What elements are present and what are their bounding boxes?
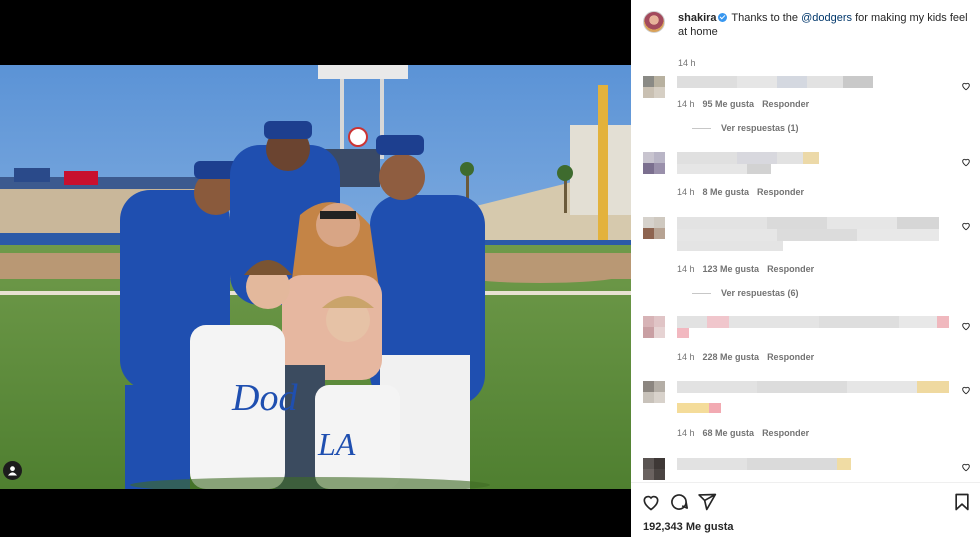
reply-button[interactable]: Responder (762, 99, 809, 109)
verified-badge-icon (717, 13, 727, 22)
comment-time[interactable]: 14 h (677, 264, 695, 274)
replies-line (692, 127, 711, 129)
svg-text:Dod: Dod (231, 377, 298, 419)
action-bar: 192,343 Me gusta (631, 482, 980, 537)
heart-icon[interactable] (961, 81, 971, 91)
reply-button[interactable]: Responder (767, 352, 814, 362)
bookmark-icon[interactable] (952, 492, 972, 512)
heart-icon[interactable] (961, 157, 971, 167)
comment-likes[interactable]: 8 Me gusta (703, 187, 750, 197)
heart-icon[interactable] (961, 221, 971, 231)
author-username[interactable]: shakira (678, 12, 717, 24)
comment-text-blurred (677, 152, 819, 164)
caption-text: shakira Thanks to the @dodgers for makin… (678, 11, 968, 39)
comment-text-blurred (677, 328, 689, 338)
caption-time[interactable]: 14 h (678, 58, 696, 68)
comment-likes[interactable]: 68 Me gusta (703, 428, 755, 438)
post-photo[interactable]: Dod LA (0, 65, 631, 489)
likes-count[interactable]: 192,343 Me gusta (643, 521, 734, 533)
view-replies-button[interactable]: Ver respuestas (1) (692, 123, 799, 133)
comment-meta: 14 h 123 Me gusta Responder (677, 264, 814, 274)
comment-time[interactable]: 14 h (677, 428, 695, 438)
commenter-avatar[interactable] (643, 217, 665, 239)
reply-button[interactable]: Responder (767, 264, 814, 274)
view-replies-label: Ver respuestas (1) (721, 123, 799, 133)
comment-meta: 14 h 228 Me gusta Responder (677, 352, 814, 362)
reply-button[interactable]: Responder (757, 187, 804, 197)
comment-text-blurred (677, 229, 939, 241)
commenter-avatar[interactable] (643, 316, 665, 338)
comment-text-blurred (677, 217, 939, 229)
caption-mention[interactable]: @dodgers (801, 12, 852, 24)
comment-likes[interactable]: 228 Me gusta (703, 352, 760, 362)
user-tag-icon[interactable] (3, 461, 22, 480)
comment-text-blurred (677, 458, 851, 470)
commenter-avatar[interactable] (643, 76, 665, 98)
commenter-avatar[interactable] (643, 381, 665, 403)
comment-text-blurred (677, 316, 949, 328)
view-replies-label: Ver respuestas (6) (721, 288, 799, 298)
user-silhouette-icon (7, 466, 18, 476)
comment-meta: 14 h 68 Me gusta Responder (677, 428, 809, 438)
share-icon[interactable] (697, 492, 717, 512)
post-media: Dod LA (0, 0, 631, 537)
heart-icon[interactable] (961, 321, 971, 331)
comment-meta: 14 h 8 Me gusta Responder (677, 187, 804, 197)
heart-icon[interactable] (961, 385, 971, 395)
comment-text-blurred (677, 403, 721, 413)
comment-text-blurred (677, 241, 783, 251)
svg-text:LA: LA (317, 426, 356, 462)
view-replies-button[interactable]: Ver respuestas (6) (692, 288, 799, 298)
comment-text-blurred (677, 164, 781, 174)
commenter-avatar[interactable] (643, 152, 665, 174)
comment-time[interactable]: 14 h (677, 99, 695, 109)
comment-meta: 14 h 95 Me gusta Responder (677, 99, 809, 109)
heart-icon[interactable] (641, 492, 661, 512)
photo-illustration: Dod LA (0, 65, 631, 489)
comment-text-blurred (677, 76, 873, 88)
author-avatar[interactable] (643, 11, 665, 33)
heart-icon[interactable] (961, 462, 971, 472)
reply-button[interactable]: Responder (762, 428, 809, 438)
commenter-avatar[interactable] (643, 458, 665, 480)
comments-panel: shakira Thanks to the @dodgers for makin… (631, 0, 980, 537)
comment-text-blurred (677, 381, 949, 393)
comment-time[interactable]: 14 h (677, 352, 695, 362)
comment-likes[interactable]: 123 Me gusta (703, 264, 760, 274)
comment-icon[interactable] (669, 492, 689, 512)
caption-prefix: Thanks to the (731, 12, 802, 24)
replies-line (692, 292, 711, 294)
comment-time[interactable]: 14 h (677, 187, 695, 197)
comment-likes[interactable]: 95 Me gusta (703, 99, 755, 109)
